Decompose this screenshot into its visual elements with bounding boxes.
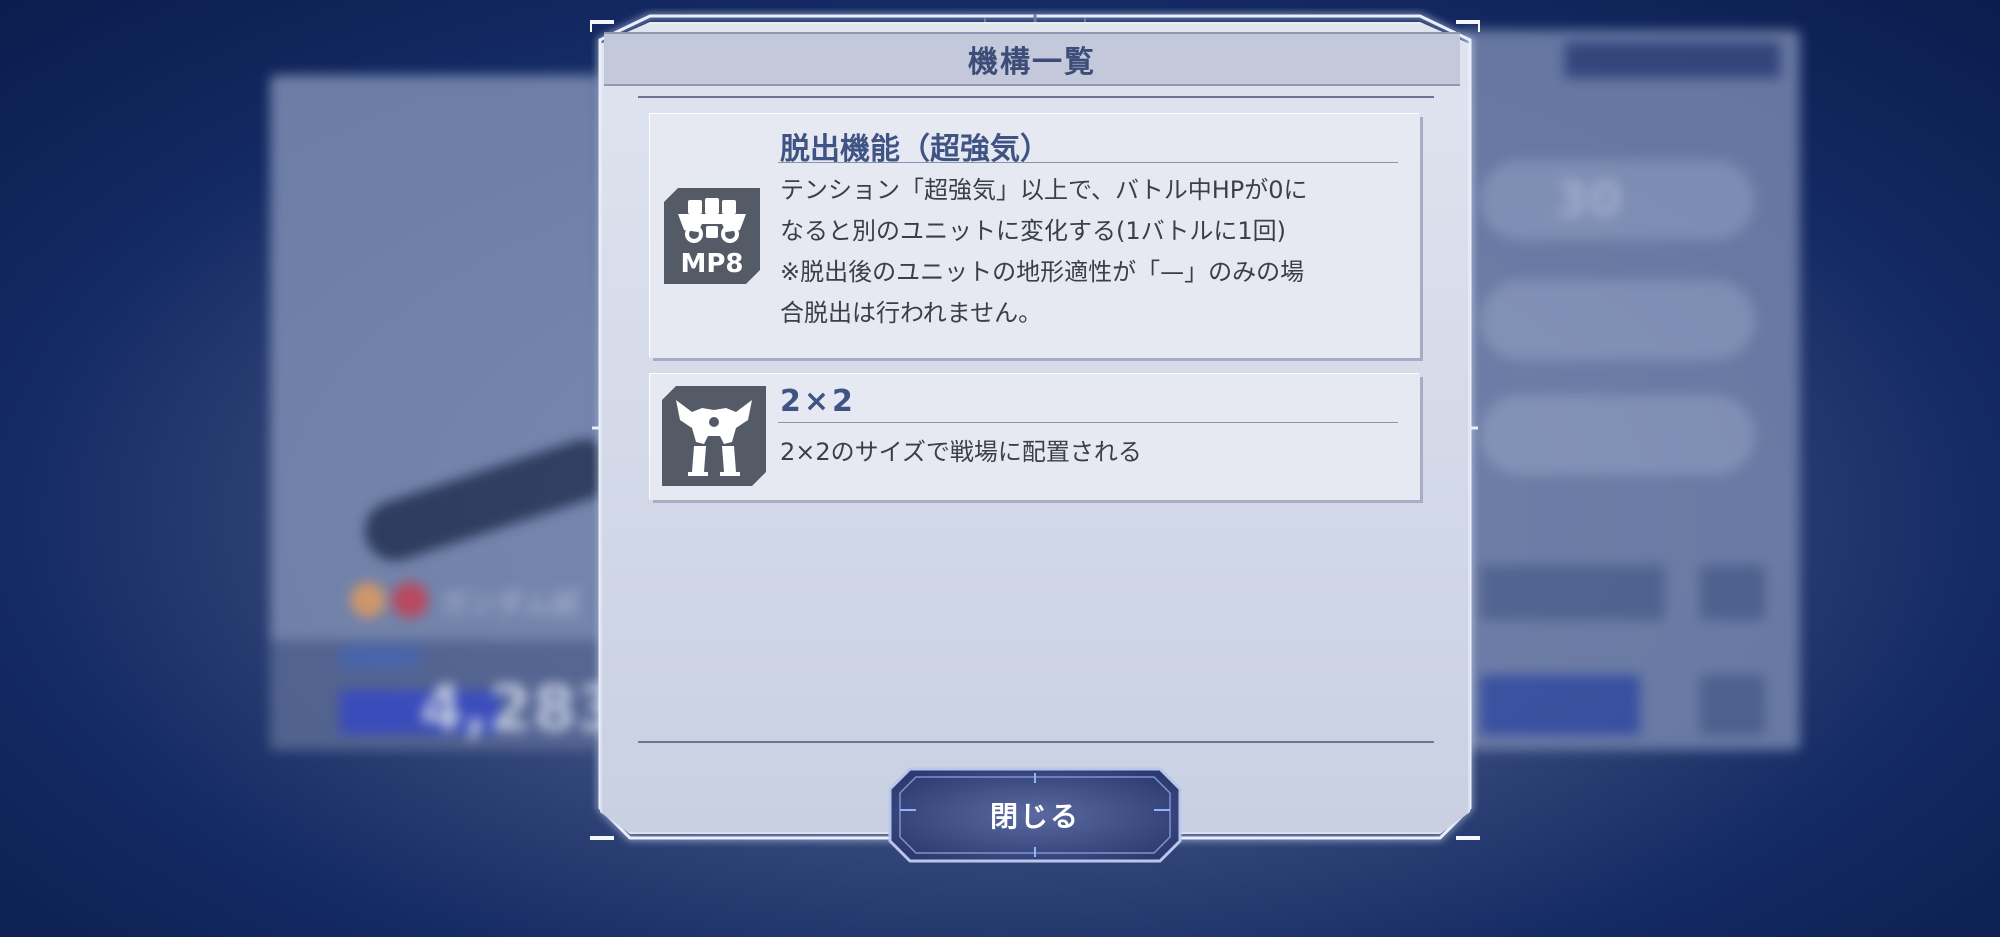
mechanism-list-dialog: 機構一覧 MP8 脱出機能（超強気） テンション「超強気」以上で、バトル中HPが… — [590, 8, 1480, 863]
background-tag — [340, 646, 420, 668]
dialog-title: 機構一覧 — [968, 45, 1096, 80]
mp8-unit-icon: MP8 — [664, 188, 760, 284]
mechanism-description: 2×2のサイズで戦場に配置される — [780, 438, 1142, 466]
background-button — [1480, 565, 1665, 620]
dialog-title-bar: 機構一覧 — [604, 32, 1460, 86]
mech-silhouette-icon — [662, 386, 766, 486]
background-attribute-icon — [350, 582, 386, 618]
divider — [638, 741, 1434, 743]
background-side-panel — [1460, 30, 1800, 750]
background-button — [1480, 675, 1640, 735]
mp8-icon-label: MP8 — [680, 249, 743, 279]
mechanism-title: 2×2 — [780, 384, 856, 419]
background-search-pill — [1480, 395, 1755, 475]
background-search-pill — [1480, 280, 1755, 360]
title-underline — [778, 162, 1398, 163]
mechanism-item: 2×2 2×2のサイズで戦場に配置される — [650, 374, 1420, 500]
background-shuffle-button — [1700, 675, 1765, 735]
mechanism-description: テンション「超強気」以上で、バトル中HPが0に なると別のユニットに変化する(1… — [780, 176, 1308, 327]
close-button[interactable]: 閉じる — [886, 765, 1184, 865]
background-unit-name: ガンダム試 — [440, 587, 581, 620]
divider — [638, 96, 1434, 98]
close-button-label: 閉じる — [989, 800, 1080, 833]
background-top-bar — [1565, 42, 1780, 78]
mechanism-item: MP8 脱出機能（超強気） テンション「超強気」以上で、バトル中HPが0に なる… — [650, 114, 1420, 358]
background-memo-button — [1700, 565, 1765, 620]
title-underline — [778, 422, 1398, 423]
background-attribute-icon — [392, 582, 428, 618]
background-level-value: 30 — [1555, 172, 1622, 228]
